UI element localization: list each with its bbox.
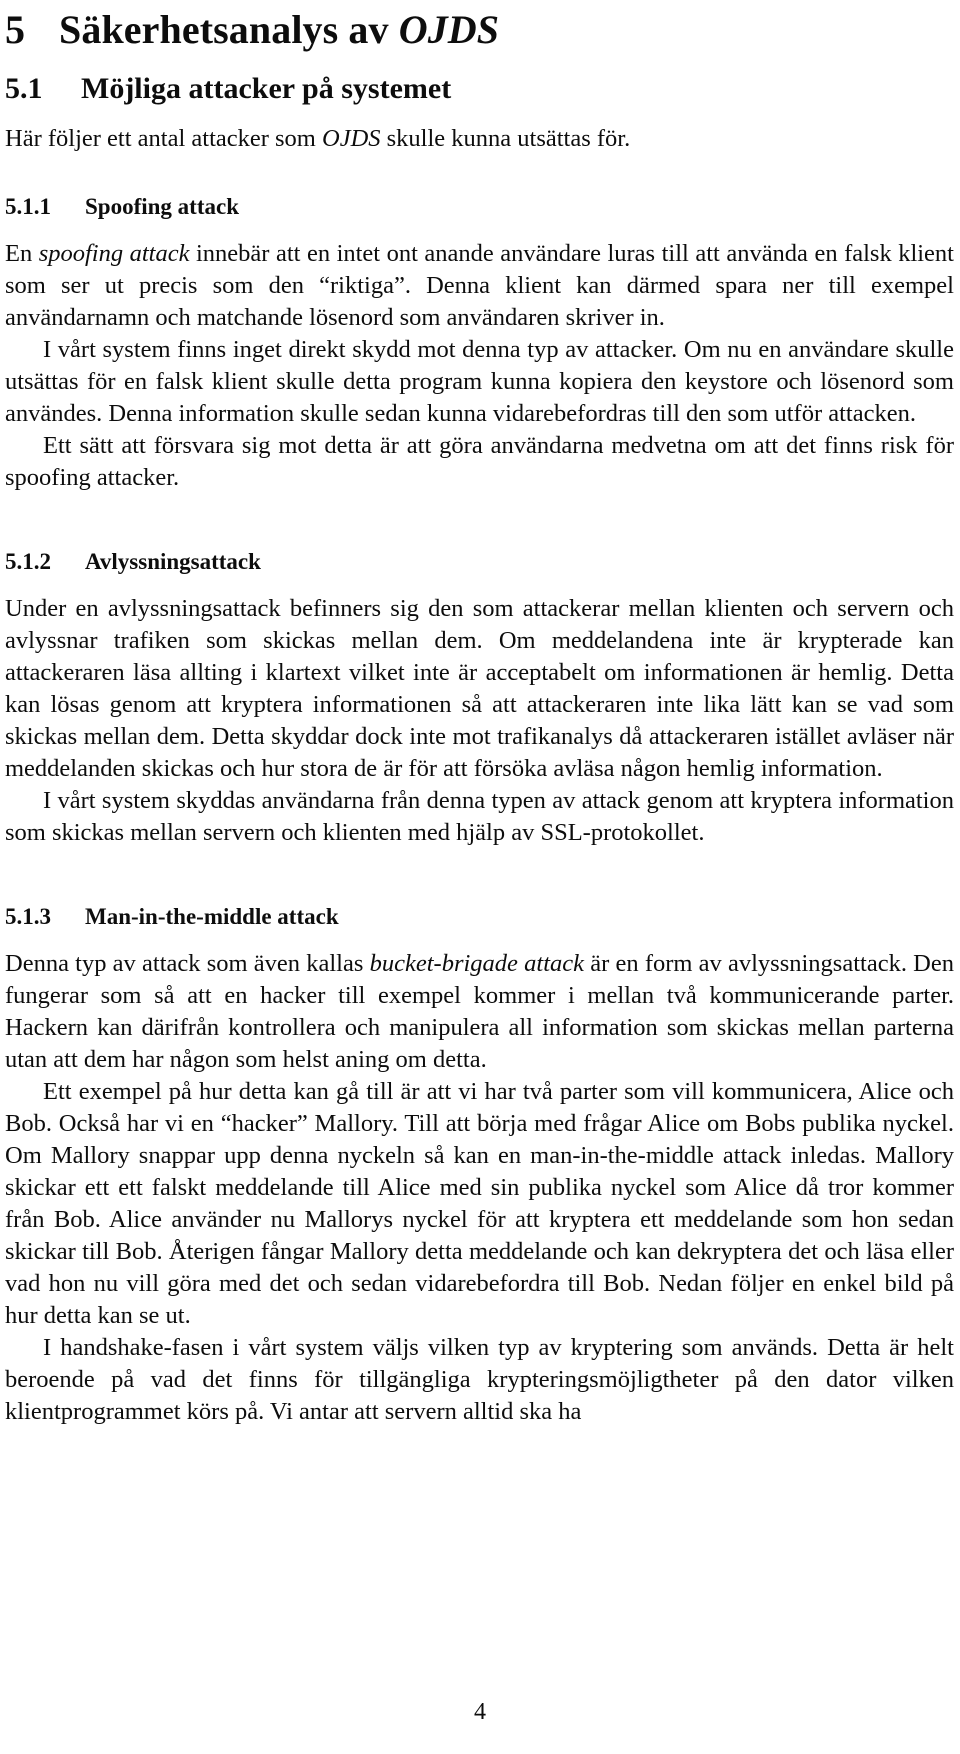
subsection-number: 5.1 — [5, 72, 43, 105]
paragraph-5-1-3-a: Denna typ av attack som även kallas buck… — [5, 948, 954, 1076]
subsubsection-heading-5-1-2: 5.1.2 Avlyssningsattack — [5, 550, 954, 573]
intro-text-pre: Här följer ett antal attacker som — [5, 125, 322, 152]
spacer-before-subsubsection-3 — [5, 849, 954, 905]
subsubsection-title: Man-in-the-middle attack — [85, 904, 339, 929]
section-title-italic: OJDS — [398, 7, 500, 52]
intro-text-post: skulle kunna utsättas för. — [380, 125, 631, 152]
spacer-after-subsection-heading — [5, 104, 954, 123]
page-number: 4 — [474, 1699, 486, 1725]
subsection-title: Möjliga attacker på systemet — [81, 72, 452, 105]
section-title-plain: Säkerhetsanalys av — [59, 7, 399, 52]
spacer-after-subsubsection-heading-3 — [5, 928, 954, 948]
subsubsection-title: Spoofing attack — [85, 194, 239, 219]
para-italic-term: spoofing attack — [38, 240, 190, 267]
spacer-before-subsubsection-1 — [5, 155, 954, 195]
intro-text-italic: OJDS — [322, 125, 381, 152]
paragraph-5-1-1-c: Ett sätt att försvara sig mot detta är a… — [5, 432, 954, 491]
subsubsection-number: 5.1.2 — [5, 549, 51, 574]
document-page: 5 Säkerhetsanalys av OJDS 5.1 Möjliga atta… — [0, 0, 960, 1754]
spacer-before-subsubsection-2 — [5, 494, 954, 550]
subsubsection-number: 5.1.3 — [5, 904, 51, 929]
spacer-after-subsubsection-heading-2 — [5, 573, 954, 593]
spacer-after-subsubsection-heading-1 — [5, 218, 954, 238]
subsubsection-heading-5-1-1: 5.1.1 Spoofing attack — [5, 195, 954, 218]
paragraph-5-1-1-b: I vårt system finns inget direkt skydd m… — [5, 336, 954, 427]
paragraph-5-1-3-b: Ett exempel på hur detta kan gå till är … — [5, 1078, 954, 1329]
paragraph-5-1-1-a: En spoofing attack innebär att en intet … — [5, 238, 954, 334]
paragraph-5-1-3-c: I handshake-fasen i vårt system väljs vi… — [5, 1334, 954, 1425]
para-pre: Denna typ av attack som även kallas — [5, 950, 370, 977]
section-heading-5: 5 Säkerhetsanalys av OJDS — [5, 0, 954, 50]
section-number: 5 — [5, 7, 26, 52]
paragraph-5-1-2-a: Under en avlyssningsattack befinners sig… — [5, 595, 954, 782]
para-pre: En — [5, 240, 39, 267]
subsubsection-heading-5-1-3: 5.1.3 Man-in-the-middle attack — [5, 905, 954, 928]
para-italic-term: bucket-brigade attack — [369, 950, 585, 977]
subsection-heading-5-1: 5.1 Möjliga attacker på systemet — [5, 50, 954, 104]
subsection-intro-paragraph: Här följer ett antal attacker som OJDS s… — [5, 123, 954, 155]
paragraph-5-1-2-b: I vårt system skyddas användarna från de… — [5, 787, 954, 846]
subsubsection-number: 5.1.1 — [5, 194, 51, 219]
subsubsection-title: Avlyssningsattack — [85, 549, 261, 574]
